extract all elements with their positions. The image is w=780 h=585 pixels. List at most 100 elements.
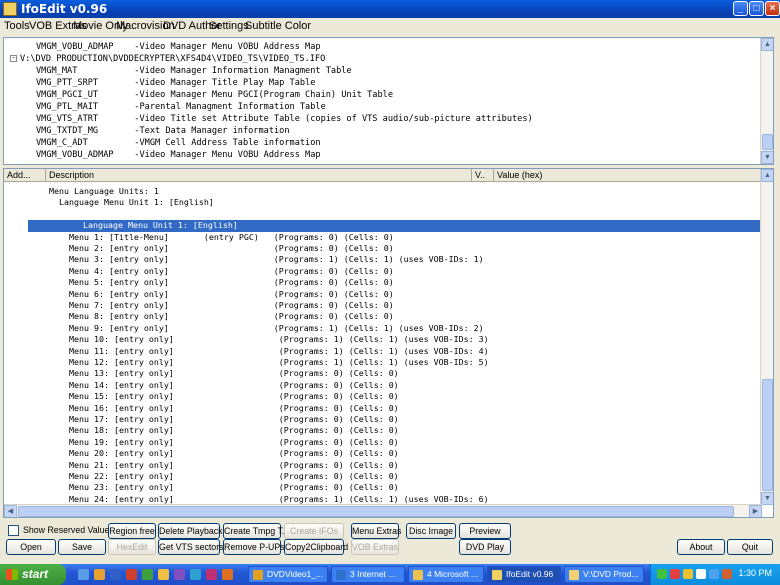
minimize-button[interactable]: _ xyxy=(733,1,748,16)
menu-extras-button[interactable]: Menu Extras xyxy=(351,523,401,539)
create-ifos-button[interactable]: Create IFOs xyxy=(284,523,344,539)
column-value-hex[interactable]: Value (hex) xyxy=(494,169,762,182)
list-row[interactable]: Menu 3: [entry only] (Programs: 1) (Cell… xyxy=(4,254,762,265)
tray-icon[interactable] xyxy=(696,569,706,579)
region-free-button[interactable]: Region free xyxy=(108,523,156,539)
scroll-up-icon[interactable]: ▲ xyxy=(761,169,773,182)
scroll-left-icon[interactable]: ◀ xyxy=(4,505,17,517)
list-row[interactable]: Menu 1: [Title-Menu] (entry PGC) (Progra… xyxy=(4,232,762,243)
remove-pups-button[interactable]: Remove P-UPs xyxy=(223,539,285,555)
dvd-play-button[interactable]: DVD Play xyxy=(459,539,511,555)
scroll-thumb[interactable] xyxy=(762,379,773,491)
tree-vertical-scrollbar[interactable]: ▲ ▼ xyxy=(760,38,773,164)
list-row[interactable]: Menu 4: [entry only] (Programs: 0) (Cell… xyxy=(4,266,762,277)
list-row[interactable]: Menu 10: [entry only] (Programs: 1) (Cel… xyxy=(4,334,762,345)
task-button[interactable]: V:\DVD Prod... xyxy=(564,566,644,583)
tray-icon[interactable] xyxy=(657,569,667,579)
task-button[interactable]: 4 Microsoft ... xyxy=(408,566,484,583)
checkbox-box[interactable] xyxy=(8,525,19,536)
tree-item[interactable]: VMG_TXTDT_MG -Text Data Manager informat… xyxy=(36,125,290,137)
scroll-up-icon[interactable]: ▲ xyxy=(761,38,773,51)
tree-item-root[interactable]: - V:\DVD PRODUCTION\DVDDECRYPTER\XFS4D4\V… xyxy=(10,53,325,65)
scroll-thumb[interactable] xyxy=(762,134,773,150)
quicklaunch-icon[interactable] xyxy=(158,569,169,580)
list-row[interactable]: Menu 23: [entry only] (Programs: 0) (Cel… xyxy=(4,482,762,493)
title-bar[interactable]: IfoEdit v0.96 _ □ × xyxy=(0,0,780,18)
tree-item[interactable]: VMG_PTT_SRPT -Video Manager Title Play M… xyxy=(36,77,315,89)
scroll-down-icon[interactable]: ▼ xyxy=(761,151,773,164)
tree-item[interactable]: VMGM_C_ADT -VMGM Cell Address Table info… xyxy=(36,137,321,149)
list-row-selected[interactable]: Language Menu Unit 1: [English] xyxy=(28,220,762,232)
list-row[interactable] xyxy=(4,209,762,220)
ifo-tree-view[interactable]: VMGM_VOBU_ADMAP -Video Manager Menu VOBU… xyxy=(3,37,774,165)
get-vts-sectors-button[interactable]: Get VTS sectors xyxy=(158,539,224,555)
scroll-thumb[interactable] xyxy=(18,506,734,517)
tree-item[interactable]: VMG_PTL_MAIT -Parental Managment Informa… xyxy=(36,101,326,113)
tree-item[interactable]: VMG_VTS_ATRT -Video Title set Attribute … xyxy=(36,113,533,125)
maximize-button[interactable]: □ xyxy=(749,1,764,16)
preview-button[interactable]: Preview xyxy=(459,523,511,539)
column-value[interactable]: V.. xyxy=(472,169,494,182)
column-description[interactable]: Description xyxy=(46,169,472,182)
task-button[interactable]: DVDVideo1_... xyxy=(248,566,328,583)
list-row[interactable]: Menu 17: [entry only] (Programs: 0) (Cel… xyxy=(4,414,762,425)
list-row[interactable]: Menu 19: [entry only] (Programs: 0) (Cel… xyxy=(4,437,762,448)
ifo-detail-list[interactable]: Add... Description V.. Value (hex) Menu … xyxy=(3,168,774,518)
list-row[interactable]: Language Menu Unit 1: [English] xyxy=(4,197,762,208)
quicklaunch-icon[interactable] xyxy=(126,569,137,580)
close-button[interactable]: × xyxy=(765,1,780,16)
list-row[interactable]: Menu 11: [entry only] (Programs: 1) (Cel… xyxy=(4,346,762,357)
list-row[interactable]: Menu 5: [entry only] (Programs: 0) (Cell… xyxy=(4,277,762,288)
list-row[interactable]: Menu Language Units: 1 xyxy=(4,186,762,197)
copy2clipboard-button[interactable]: Copy2Clipboard xyxy=(284,539,348,555)
menu-settings[interactable]: Settings xyxy=(209,20,249,32)
tree-item[interactable]: VMGM_PGCI_UT -Video Manager Menu PGCI(Pr… xyxy=(36,89,393,101)
list-vertical-scrollbar[interactable]: ▲ ▼ xyxy=(760,169,773,505)
list-row[interactable]: Menu 21: [entry only] (Programs: 0) (Cel… xyxy=(4,460,762,471)
menu-subtitle-color[interactable]: Subtitle Color xyxy=(245,20,311,32)
tree-item[interactable]: VMGM_VOBU_ADMAP -Video Manager Menu VOBU… xyxy=(36,41,321,53)
column-address[interactable]: Add... xyxy=(4,169,46,182)
about-button[interactable]: About xyxy=(677,539,725,555)
tree-item[interactable]: VMGM_MAT -Video Manager Information Mana… xyxy=(36,65,352,77)
scroll-down-icon[interactable]: ▼ xyxy=(761,492,773,505)
list-row[interactable]: Menu 8: [entry only] (Programs: 0) (Cell… xyxy=(4,311,762,322)
menu-tools[interactable]: Tools xyxy=(4,20,30,32)
list-row[interactable]: Menu 16: [entry only] (Programs: 0) (Cel… xyxy=(4,403,762,414)
list-row[interactable]: Menu 12: [entry only] (Programs: 1) (Cel… xyxy=(4,357,762,368)
list-row[interactable]: Menu 15: [entry only] (Programs: 0) (Cel… xyxy=(4,391,762,402)
clock[interactable]: 1:30 PM xyxy=(738,568,772,578)
list-row[interactable]: Menu 6: [entry only] (Programs: 0) (Cell… xyxy=(4,289,762,300)
task-button-active[interactable]: IfoEdit v0.96 xyxy=(487,566,561,583)
list-row[interactable]: Menu 2: [entry only] (Programs: 0) (Cell… xyxy=(4,243,762,254)
save-button[interactable]: Save xyxy=(58,539,106,555)
disc-image-button[interactable]: Disc Image xyxy=(406,523,456,539)
quicklaunch-icon[interactable] xyxy=(190,569,201,580)
create-tmpg-button[interactable]: Create Tmpg T. xyxy=(223,523,284,539)
quicklaunch-icon[interactable] xyxy=(174,569,185,580)
list-row[interactable]: Menu 22: [entry only] (Programs: 0) (Cel… xyxy=(4,471,762,482)
list-horizontal-scrollbar[interactable]: ◀ ▶ xyxy=(4,504,762,517)
list-row[interactable]: Menu 18: [entry only] (Programs: 0) (Cel… xyxy=(4,425,762,436)
quicklaunch-icon[interactable] xyxy=(206,569,217,580)
list-row[interactable]: Menu 7: [entry only] (Programs: 0) (Cell… xyxy=(4,300,762,311)
list-row[interactable]: Menu 20: [entry only] (Programs: 0) (Cel… xyxy=(4,448,762,459)
list-row[interactable]: Menu 13: [entry only] (Programs: 0) (Cel… xyxy=(4,368,762,379)
collapse-icon[interactable]: - xyxy=(10,55,17,62)
vob-extras-button[interactable]: VOB Extras xyxy=(351,539,399,555)
quicklaunch-icon[interactable] xyxy=(110,569,121,580)
quicklaunch-icon[interactable] xyxy=(78,569,89,580)
list-row[interactable]: Menu 14: [entry only] (Programs: 0) (Cel… xyxy=(4,380,762,391)
list-row[interactable]: Menu 9: [entry only] (Programs: 1) (Cell… xyxy=(4,323,762,334)
task-button[interactable]: 3 Internet ... xyxy=(331,566,405,583)
tree-item[interactable]: VMGM_VOBU_ADMAP -Video Manager Menu VOBU… xyxy=(36,149,321,161)
quicklaunch-icon[interactable] xyxy=(142,569,153,580)
quicklaunch-icon[interactable] xyxy=(94,569,105,580)
tray-icon[interactable] xyxy=(670,569,680,579)
tray-icon[interactable] xyxy=(709,569,719,579)
scroll-right-icon[interactable]: ▶ xyxy=(749,505,762,517)
delete-playback-button[interactable]: Delete Playback xyxy=(158,523,223,539)
quicklaunch-icon[interactable] xyxy=(222,569,233,580)
start-button[interactable]: start xyxy=(0,564,66,585)
volume-icon[interactable] xyxy=(722,569,732,579)
